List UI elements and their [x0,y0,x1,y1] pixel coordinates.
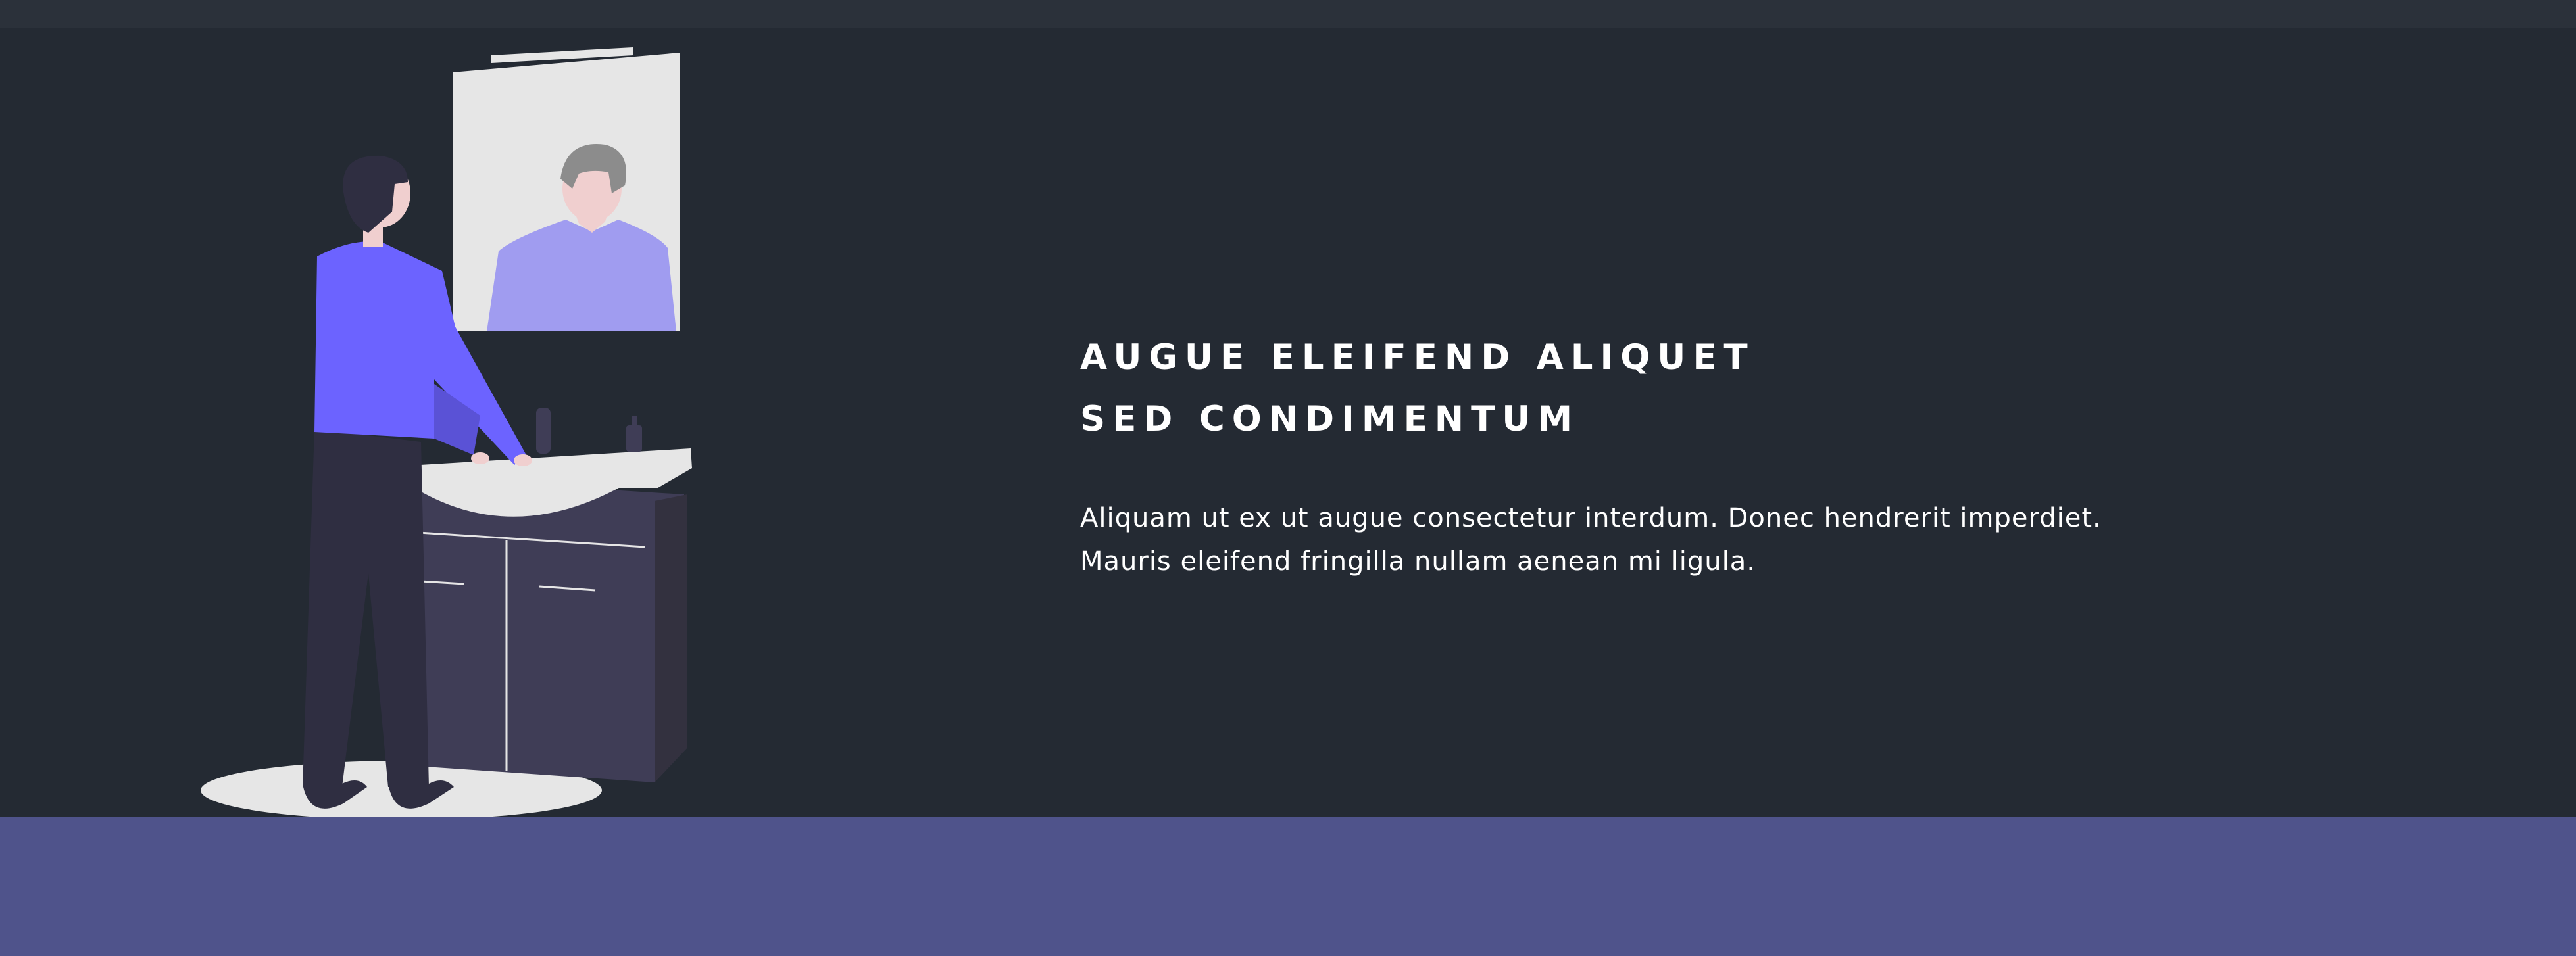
vanity-cabinet-shape [387,408,692,782]
feature-headline: AUGUE ELEIFEND ALIQUET SED CONDIMENTUM [1080,327,2264,450]
feature-description: Aliquam ut ex ut augue consectetur inter… [1080,496,2264,583]
bathroom-mirror-illustration [201,47,692,820]
feature-section: AUGUE ELEIFEND ALIQUET SED CONDIMENTUM A… [0,28,2576,820]
description-line-2: Mauris eleifend fringilla nullam aenean … [1080,546,1756,577]
headline-line-2: SED CONDIMENTUM [1080,399,1580,439]
top-strip [0,0,2576,28]
feature-content: AUGUE ELEIFEND ALIQUET SED CONDIMENTUM A… [1080,327,2264,583]
description-line-1: Aliquam ut ex ut augue consectetur inter… [1080,503,2102,533]
footer-band [0,817,2576,956]
headline-line-1: AUGUE ELEIFEND ALIQUET [1080,337,1755,377]
